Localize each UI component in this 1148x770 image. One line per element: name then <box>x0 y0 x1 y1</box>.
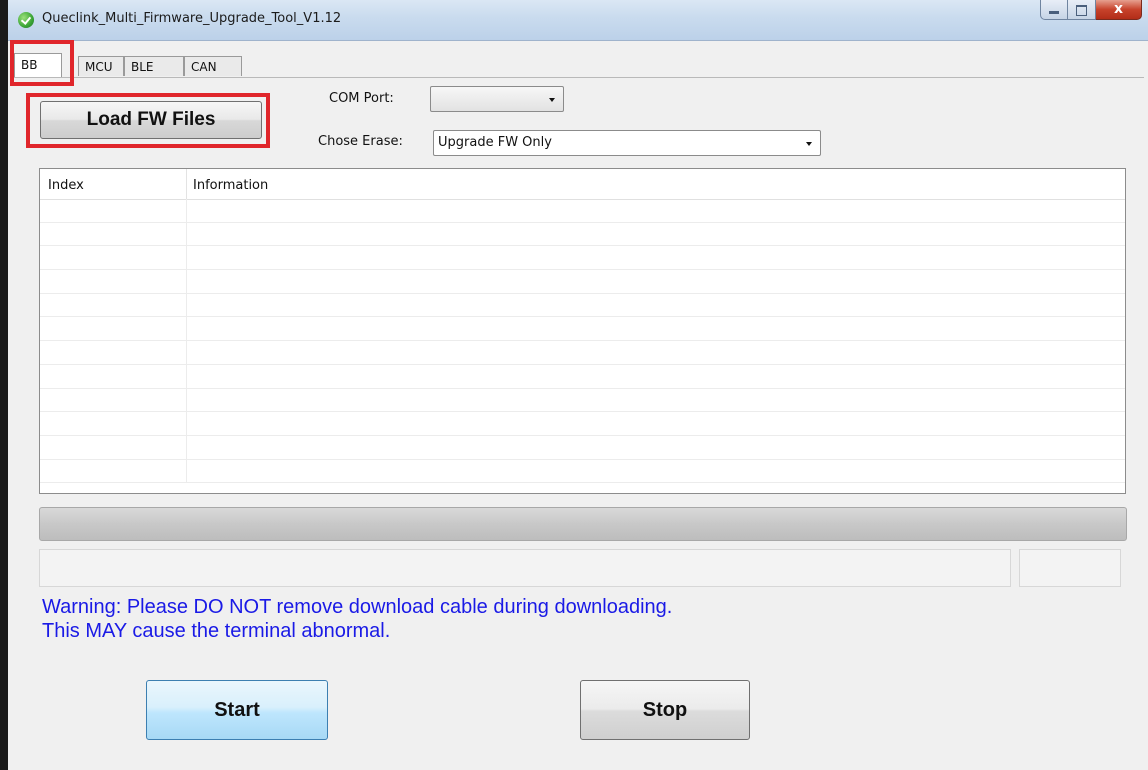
chose-erase-value: Upgrade FW Only <box>438 135 552 150</box>
chose-erase-label: Chose Erase: <box>318 134 403 149</box>
list-cell-index <box>40 341 187 364</box>
tab-bb[interactable]: BB <box>14 53 62 77</box>
com-port-select[interactable] <box>430 86 564 112</box>
chose-erase-select[interactable]: Upgrade FW Only <box>433 130 821 156</box>
list-rows <box>40 199 1125 484</box>
list-cell-index <box>40 364 187 388</box>
window-title: Queclink_Multi_Firmware_Upgrade_Tool_V1.… <box>42 11 342 26</box>
list-item[interactable] <box>40 199 1125 223</box>
list-item[interactable] <box>40 412 1125 436</box>
stop-button[interactable]: Stop <box>580 680 750 740</box>
maximize-button[interactable] <box>1068 0 1096 20</box>
list-item[interactable] <box>40 341 1125 365</box>
minimize-button[interactable] <box>1040 0 1068 20</box>
chevron-down-icon <box>806 142 812 146</box>
list-item[interactable] <box>40 364 1125 389</box>
list-cell-index <box>40 388 187 412</box>
status-extra <box>1019 549 1121 587</box>
close-icon: x <box>1113 1 1124 17</box>
start-button[interactable]: Start <box>146 680 328 740</box>
warning-line-1: Warning: Please DO NOT remove download c… <box>42 596 673 618</box>
progress-bar <box>39 507 1127 541</box>
load-fw-files-button[interactable]: Load FW Files <box>40 101 262 139</box>
column-header-index[interactable]: Index <box>40 169 187 199</box>
app-window: Queclink_Multi_Firmware_Upgrade_Tool_V1.… <box>0 0 1148 770</box>
list-item[interactable] <box>40 435 1125 460</box>
title-bar[interactable]: Queclink_Multi_Firmware_Upgrade_Tool_V1.… <box>8 0 1148 41</box>
list-item[interactable] <box>40 293 1125 318</box>
list-item[interactable] <box>40 388 1125 413</box>
warning-line-2: This MAY cause the terminal abnormal. <box>42 620 391 642</box>
list-item[interactable] <box>40 270 1125 294</box>
list-cell-index <box>40 293 187 317</box>
list-header: Index Information <box>40 169 1125 200</box>
warning-message: Warning: Please DO NOT remove download c… <box>42 595 672 643</box>
status-message <box>39 549 1011 587</box>
maximize-icon <box>1076 5 1087 16</box>
tab-ble[interactable]: BLE <box>124 56 184 76</box>
window-controls: x <box>1040 0 1142 22</box>
tab-can[interactable]: CAN <box>184 56 242 76</box>
column-header-information[interactable]: Information <box>187 169 1087 199</box>
info-list[interactable]: Index Information <box>39 168 1126 494</box>
list-cell-index <box>40 246 187 270</box>
list-cell-index <box>40 317 187 341</box>
list-cell-index <box>40 412 187 435</box>
chevron-down-icon <box>549 98 555 102</box>
list-item[interactable] <box>40 459 1125 484</box>
close-button[interactable]: x <box>1096 0 1142 20</box>
list-cell-index <box>40 435 187 459</box>
tab-mcu[interactable]: MCU <box>78 56 124 76</box>
list-item[interactable] <box>40 317 1125 342</box>
list-cell-index <box>40 459 187 483</box>
list-item[interactable] <box>40 246 1125 271</box>
list-cell-index <box>40 222 187 246</box>
list-cell-index <box>40 270 187 293</box>
list-cell-index <box>40 199 187 222</box>
minimize-icon <box>1049 11 1059 14</box>
tab-panel-border <box>14 77 1144 78</box>
list-item[interactable] <box>40 222 1125 247</box>
com-port-label: COM Port: <box>329 91 394 106</box>
app-check-icon <box>18 12 34 28</box>
